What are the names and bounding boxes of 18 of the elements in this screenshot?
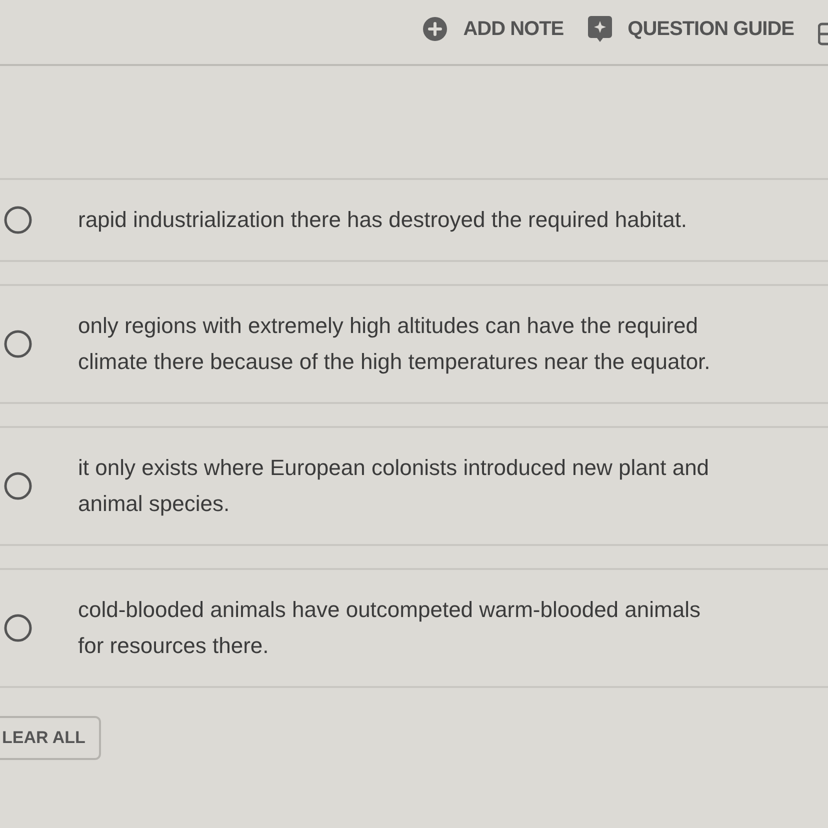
answer-text: it only exists where European colonists introduced new plant and animal species. — [78, 454, 710, 518]
answer-option[interactable]: rapid industrialization there has destroyed the required habitat. — [0, 178, 828, 262]
sparkle-bubble-icon — [588, 16, 612, 42]
panel-icon[interactable] — [818, 22, 828, 46]
radio-button[interactable] — [4, 330, 32, 358]
answer-option[interactable]: cold-blooded animals have outcompeted warm-blooded animals for resources there. — [0, 568, 828, 688]
answer-text: only regions with extremely high altitudes can have the required climate there because of the high temperatures near the equator. — [78, 312, 710, 376]
radio-button[interactable] — [4, 206, 32, 234]
add-note-button[interactable]: ADD NOTE — [423, 14, 564, 44]
answer-text: rapid industrialization there has destroyed the required habitat. — [78, 206, 688, 234]
radio-button[interactable] — [4, 472, 32, 500]
answer-option[interactable]: only regions with extremely high altitudes can have the required climate there because of the high temperatures near the equator. — [0, 284, 828, 404]
radio-button[interactable] — [4, 614, 32, 642]
add-icon — [423, 17, 448, 41]
answer-option[interactable]: it only exists where European colonists introduced new plant and animal species. — [0, 426, 828, 546]
question-guide-button[interactable]: QUESTION GUIDE — [588, 14, 794, 44]
clear-all-button[interactable]: LEAR ALL — [0, 716, 102, 760]
answer-text: cold-blooded animals have outcompeted warm-blooded animals for resources there. — [78, 596, 700, 660]
